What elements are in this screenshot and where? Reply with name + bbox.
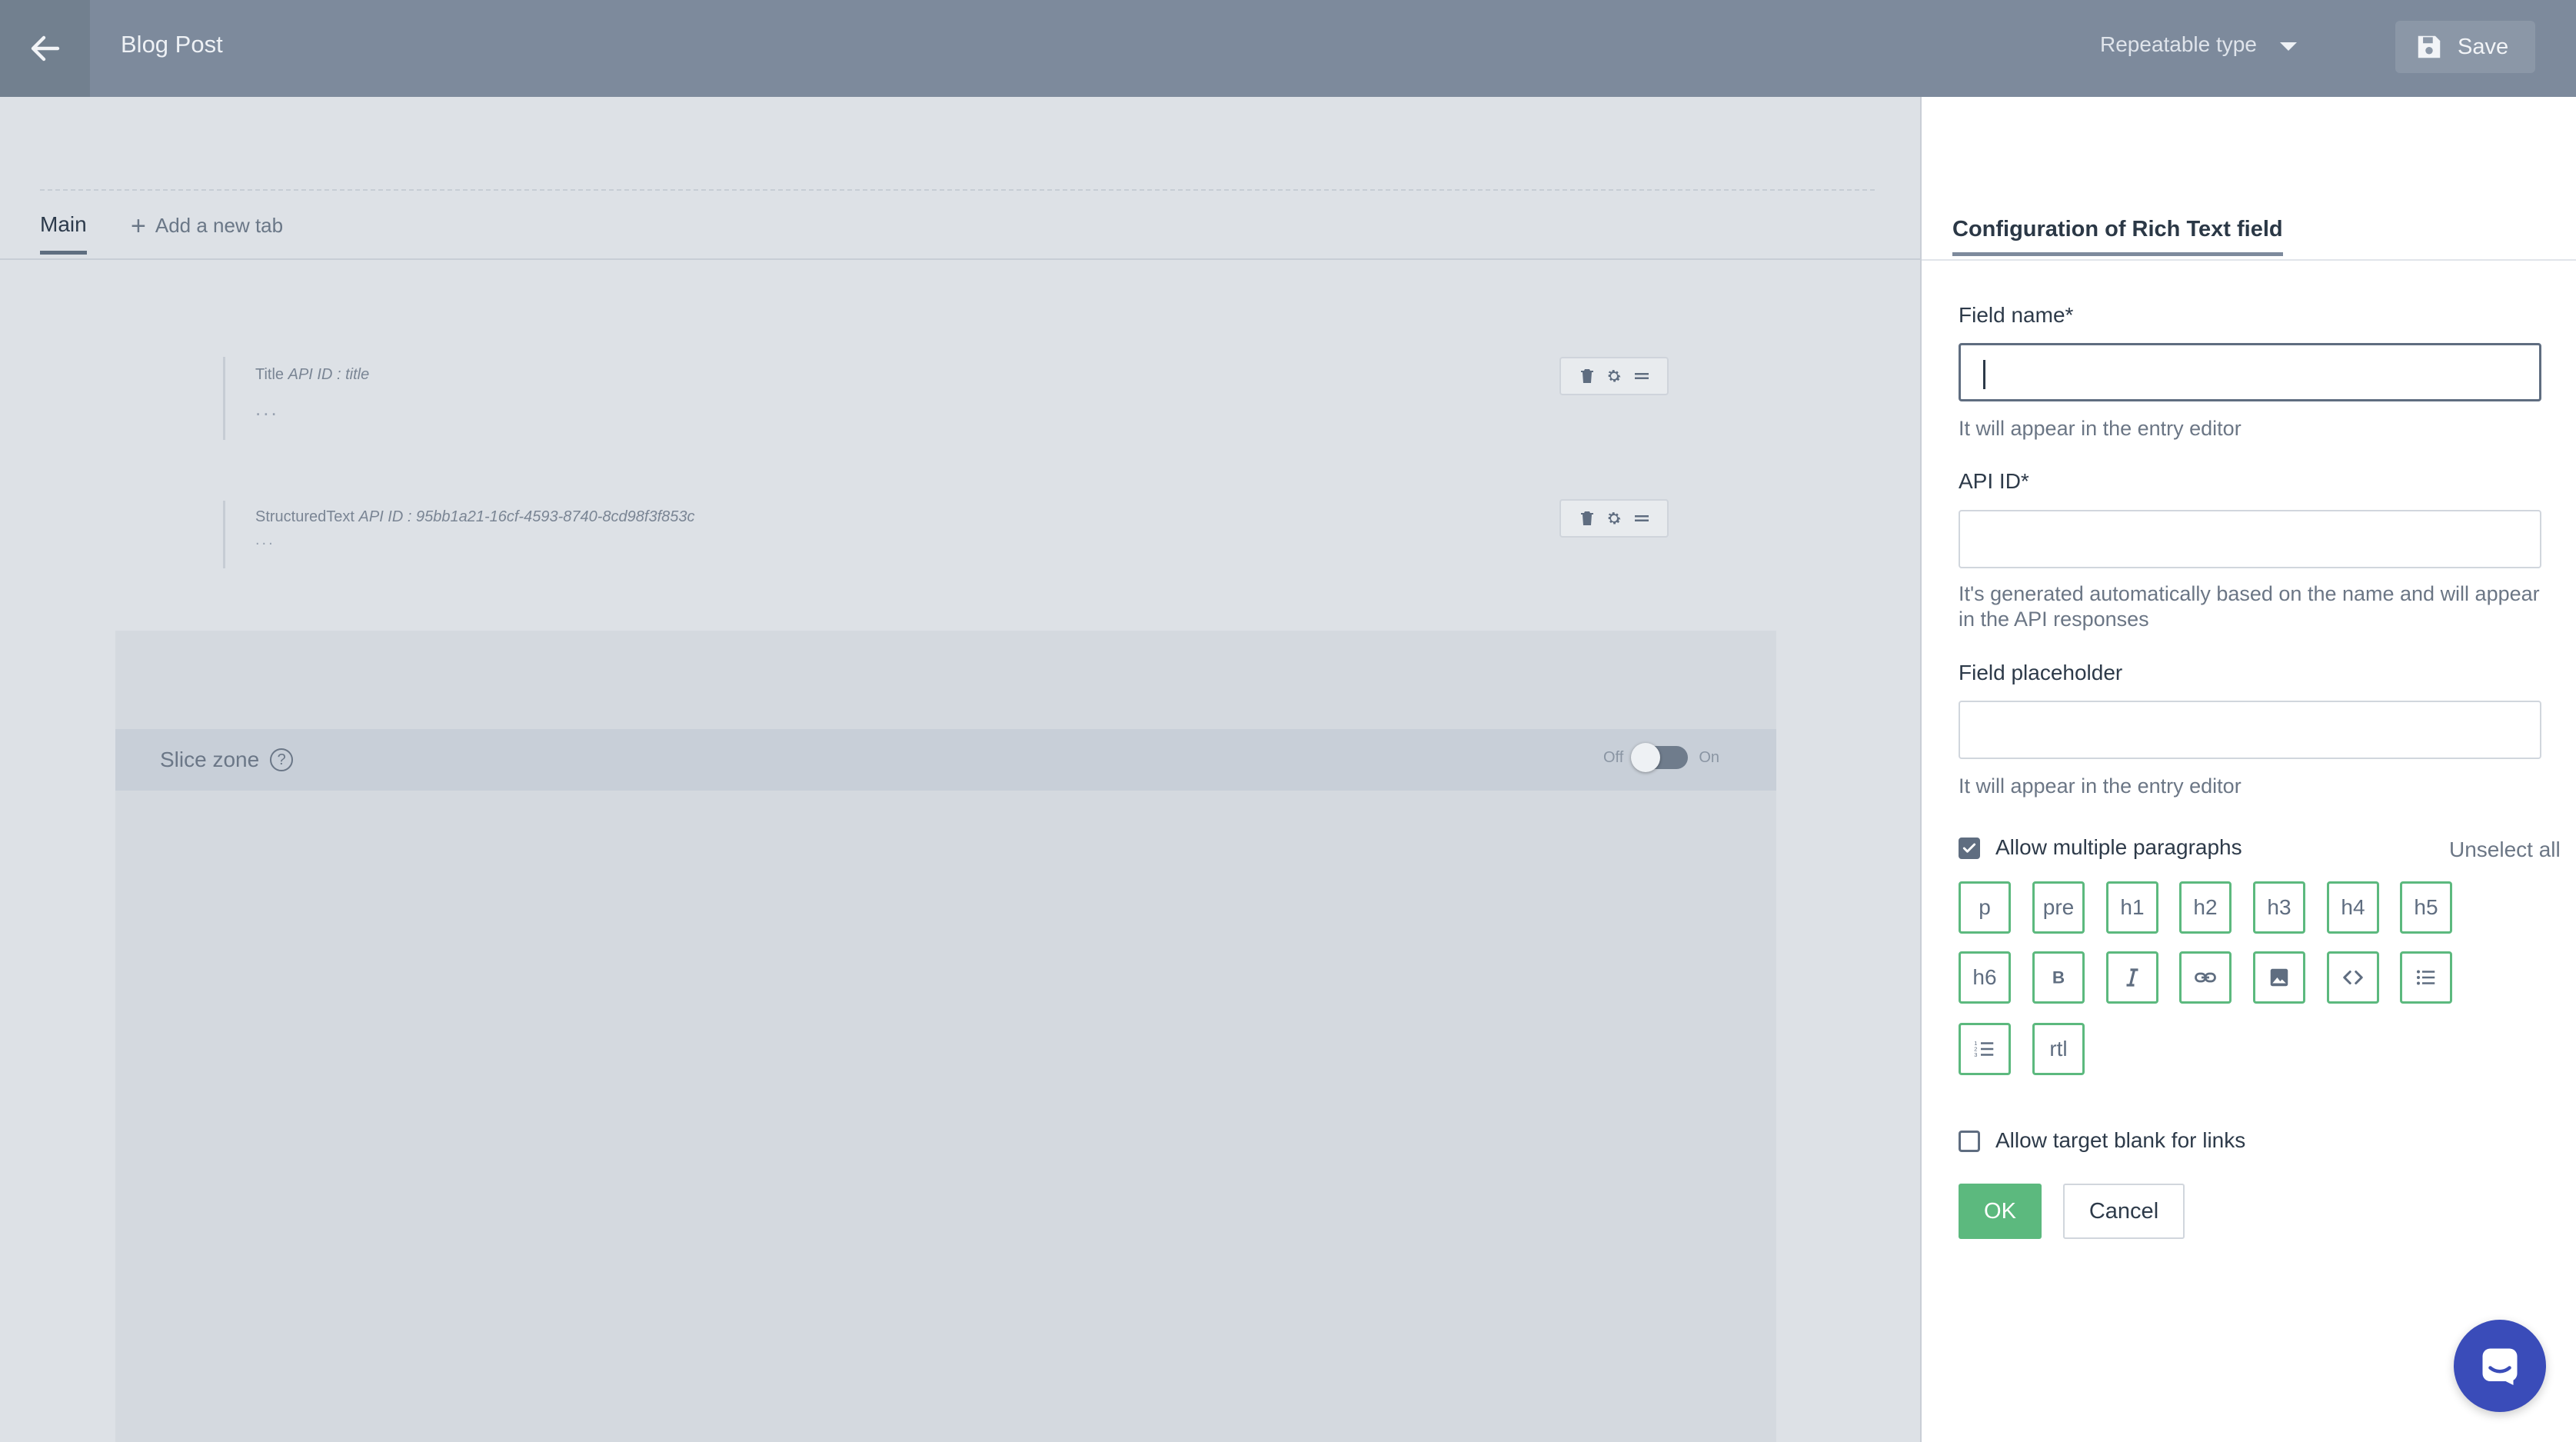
- slice-zone-toggle[interactable]: [1631, 743, 1689, 772]
- allow-multiple-label: Allow multiple paragraphs: [1995, 835, 2242, 859]
- italic-icon: [2126, 968, 2138, 987]
- field-item-structuredtext[interactable]: StructuredText API ID : 95bb1a21-16cf-45…: [223, 499, 1669, 578]
- svg-text:3: 3: [1974, 1051, 1977, 1058]
- tab-main[interactable]: Main: [40, 212, 87, 255]
- add-tab-label: Add a new tab: [155, 214, 284, 237]
- back-button[interactable]: [0, 0, 90, 97]
- format-rtl[interactable]: rtl: [2032, 1023, 2085, 1075]
- tabs-divider: [0, 258, 1920, 260]
- slice-zone-toggle-group: Off On: [1603, 743, 1719, 772]
- format-h4[interactable]: h4: [2327, 881, 2379, 934]
- document-title: Blog Post: [121, 31, 223, 58]
- field-name-hint: It will appear in the entry editor: [1959, 417, 2242, 440]
- format-h6[interactable]: h6: [1959, 951, 2011, 1004]
- field-name-label: Field name*: [1959, 303, 2074, 327]
- chat-launcher-button[interactable]: [2454, 1320, 2546, 1412]
- format-bold[interactable]: B: [2032, 951, 2085, 1004]
- field-preview: ...: [255, 397, 279, 420]
- svg-text:B: B: [2052, 968, 2065, 987]
- plus-icon: +: [131, 211, 146, 241]
- save-button[interactable]: Save: [2395, 21, 2535, 73]
- help-icon[interactable]: ?: [270, 748, 294, 771]
- format-code[interactable]: [2327, 951, 2379, 1004]
- trash-icon[interactable]: [1578, 509, 1596, 528]
- bold-icon: B: [2052, 968, 2065, 987]
- field-type: StructuredText: [255, 508, 354, 525]
- slice-zone-label: Slice zone: [160, 748, 260, 771]
- unselect-all-link[interactable]: Unselect all: [2449, 838, 2561, 862]
- toggle-off-label: Off: [1603, 748, 1624, 766]
- field-config-panel: Configuration of Rich Text field Field n…: [1920, 97, 2576, 1442]
- fields-list: Title API ID : title ... StructuredText …: [115, 295, 1776, 631]
- field-preview: ...: [255, 531, 275, 548]
- field-item-title[interactable]: Title API ID : title ...: [223, 357, 1669, 449]
- field-type: Title: [255, 366, 285, 383]
- field-api-id: API ID : 95bb1a21-16cf-4593-8740-8cd98f3…: [358, 508, 695, 525]
- chat-icon: [2482, 1348, 2518, 1385]
- bullet-list-icon: [2417, 970, 2435, 985]
- format-p[interactable]: p: [1959, 881, 2011, 934]
- ok-button[interactable]: OK: [1959, 1184, 2042, 1239]
- drag-handle-icon[interactable]: [1632, 367, 1651, 385]
- field-api-id: API ID : title: [288, 366, 370, 383]
- dashed-divider: [40, 189, 1875, 191]
- code-icon: [2343, 971, 2363, 984]
- target-blank-label: Allow target blank for links: [1995, 1128, 2246, 1152]
- format-h1[interactable]: h1: [2106, 881, 2158, 934]
- repeatable-type-label: Repeatable type: [2100, 32, 2257, 56]
- repeatable-type-select[interactable]: Repeatable type: [2100, 32, 2297, 57]
- api-id-label: API ID*: [1959, 469, 2029, 493]
- slice-zone-title: Slice zone ?: [160, 748, 294, 772]
- format-bullet-list[interactable]: [2400, 951, 2452, 1004]
- trash-icon[interactable]: [1578, 367, 1596, 385]
- placeholder-hint: It will appear in the entry editor: [1959, 774, 2242, 798]
- caret-down-icon: [2279, 42, 2297, 51]
- field-name-input[interactable]: [1959, 343, 2541, 401]
- panel-tab-config[interactable]: Configuration of Rich Text field: [1952, 217, 2283, 256]
- numbered-list-icon: 123: [1974, 1040, 1994, 1058]
- checkmark-icon: [1962, 843, 1976, 853]
- toggle-knob: [1631, 743, 1661, 772]
- text-cursor: [1983, 360, 1985, 389]
- format-h3[interactable]: h3: [2253, 881, 2305, 934]
- field-toolbar: [1559, 357, 1669, 395]
- api-id-input[interactable]: [1959, 510, 2541, 568]
- field-indent-bar: [223, 357, 225, 440]
- drag-handle-icon[interactable]: [1632, 509, 1651, 528]
- arrow-left-icon: [31, 35, 59, 62]
- floppy-disk-icon: [2418, 35, 2441, 58]
- fields-canvas: Title API ID : title ... StructuredText …: [115, 295, 1776, 1442]
- field-toolbar: [1559, 499, 1669, 538]
- add-tab-button[interactable]: + Add a new tab: [131, 211, 284, 241]
- custom-type-editor: Main + Add a new tab Title API ID : titl…: [0, 97, 1920, 1442]
- format-h5[interactable]: h5: [2400, 881, 2452, 934]
- format-italic[interactable]: [2106, 951, 2158, 1004]
- save-label: Save: [2458, 34, 2509, 59]
- format-pre[interactable]: pre: [2032, 881, 2085, 934]
- field-indent-bar: [223, 501, 225, 568]
- top-bar: Blog Post Repeatable type Save: [0, 0, 2576, 97]
- gear-icon[interactable]: [1605, 509, 1623, 528]
- format-numbered-list[interactable]: 123: [1959, 1023, 2011, 1075]
- format-h2[interactable]: h2: [2179, 881, 2232, 934]
- format-image[interactable]: [2253, 951, 2305, 1004]
- link-icon: [2195, 972, 2216, 983]
- gear-icon[interactable]: [1605, 367, 1623, 385]
- allow-multiple-checkbox[interactable]: [1959, 838, 1980, 859]
- field-label: StructuredText API ID : 95bb1a21-16cf-45…: [255, 508, 695, 526]
- toggle-on-label: On: [1699, 748, 1719, 766]
- field-label: Title API ID : title: [255, 366, 369, 384]
- target-blank-checkbox[interactable]: [1959, 1131, 1980, 1152]
- api-id-hint: It's generated automatically based on th…: [1959, 582, 2540, 631]
- image-icon: [2270, 968, 2288, 987]
- panel-divider: [1922, 259, 2576, 261]
- cancel-button[interactable]: Cancel: [2063, 1184, 2185, 1239]
- slice-zone-bar: Slice zone ? Off On: [115, 729, 1776, 791]
- placeholder-input[interactable]: [1959, 701, 2541, 759]
- placeholder-label: Field placeholder: [1959, 661, 2123, 684]
- format-link[interactable]: [2179, 951, 2232, 1004]
